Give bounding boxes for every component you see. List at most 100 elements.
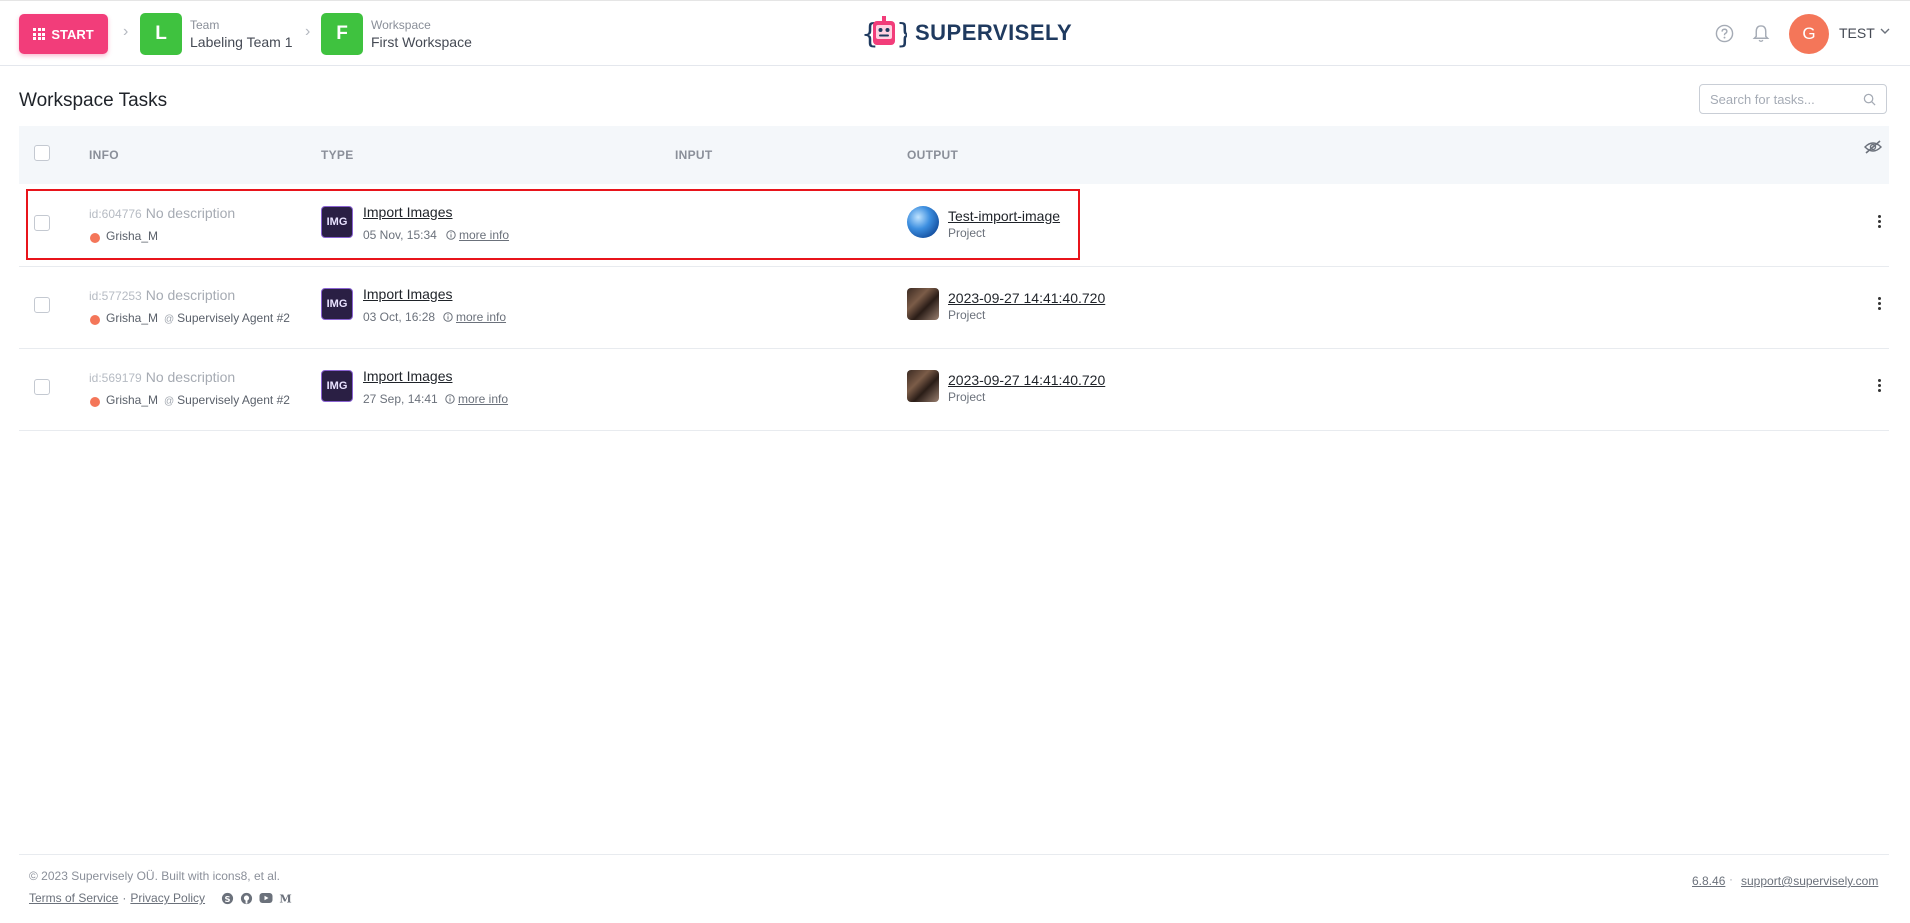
breadcrumb-team[interactable]: L Team Labeling Team 1 <box>140 13 292 55</box>
task-info: id:604776 No description <box>89 205 235 221</box>
task-description: No description <box>145 287 236 303</box>
breadcrumb-chevron-icon: › <box>305 23 311 40</box>
svg-text:}: } <box>896 17 907 50</box>
task-date: 05 Nov, 15:34 <box>363 228 437 242</box>
task-type-link[interactable]: Import Images <box>363 286 452 302</box>
task-type-link[interactable]: Import Images <box>363 204 452 220</box>
more-info-link[interactable]: more info <box>445 392 508 406</box>
youtube-icon[interactable] <box>259 892 273 904</box>
row-checkbox[interactable] <box>34 297 50 313</box>
task-user[interactable]: Grisha_M <box>106 311 158 325</box>
skype-icon[interactable]: S <box>221 892 234 905</box>
column-header-type: TYPE <box>321 148 354 162</box>
user-status-dot <box>90 315 100 325</box>
footer-copyright: © 2023 Supervisely OÜ. Built with icons8… <box>29 869 280 883</box>
select-all-checkbox[interactable] <box>34 145 50 161</box>
robot-logo-icon: { } <box>861 16 907 50</box>
app-header: START › L Team Labeling Team 1 › F Works… <box>0 1 1910 66</box>
workspace-name: First Workspace <box>371 34 472 50</box>
row-menu-kebab-icon[interactable] <box>1878 297 1882 310</box>
help-icon[interactable] <box>1715 24 1734 43</box>
footer-separator: · <box>1729 872 1733 886</box>
task-id: id:604776 <box>89 207 142 221</box>
task-agent[interactable]: Supervisely Agent #2 <box>177 311 290 325</box>
row-menu-kebab-icon[interactable] <box>1878 379 1882 392</box>
svg-text:S: S <box>225 893 231 903</box>
user-status-dot <box>90 397 100 407</box>
team-name: Labeling Team 1 <box>190 34 293 50</box>
task-info: id:569179 No description <box>89 369 235 385</box>
info-icon <box>445 394 455 404</box>
column-header-info: INFO <box>89 148 119 162</box>
task-description: No description <box>145 205 236 221</box>
task-description: No description <box>145 369 236 385</box>
supervisely-logo[interactable]: { } SUPERVISELY <box>861 13 1072 53</box>
output-kind: Project <box>948 226 986 240</box>
start-button[interactable]: START <box>19 14 108 54</box>
privacy-policy-link[interactable]: Privacy Policy <box>130 891 205 905</box>
page-title: Workspace Tasks <box>19 90 168 111</box>
table-row: id:569179 No description Grisha_M @ Supervi… <box>19 348 1889 431</box>
row-checkbox[interactable] <box>34 215 50 231</box>
search-box[interactable] <box>1699 84 1887 114</box>
terms-of-service-link[interactable]: Terms of Service <box>29 891 118 905</box>
task-user-line: Grisha_M @ Supervisely Agent #2 <box>106 393 290 407</box>
more-info-label: more info <box>459 228 510 242</box>
footer-links: Terms of Service · Privacy Policy S M <box>29 891 292 905</box>
task-type-link[interactable]: Import Images <box>363 368 452 384</box>
image-type-icon: IMG <box>321 288 353 320</box>
workspace-kind-label: Workspace <box>371 18 431 32</box>
user-menu-name[interactable]: TEST <box>1839 25 1875 41</box>
more-info-link[interactable]: more info <box>446 228 509 242</box>
output-kind: Project <box>948 390 986 404</box>
table-header: INFO TYPE INPUT OUTPUT <box>19 126 1889 184</box>
chevron-down-icon[interactable] <box>1880 28 1890 35</box>
info-icon <box>443 312 453 322</box>
support-email-link[interactable]: support@supervisely.com <box>1741 874 1878 888</box>
agent-at-icon: @ <box>164 314 175 325</box>
user-avatar[interactable]: G <box>1789 14 1829 54</box>
task-id: id:569179 <box>89 371 142 385</box>
table-row: id:577253 No description Grisha_M @ Supervi… <box>19 266 1889 349</box>
hide-columns-eye-icon[interactable] <box>1864 139 1882 155</box>
start-label: START <box>51 26 94 42</box>
team-avatar: L <box>140 13 182 55</box>
more-info-label: more info <box>456 310 507 324</box>
medium-icon[interactable]: M <box>279 892 292 904</box>
table-row: id:604776 No description Grisha_M IMG Imp… <box>19 184 1889 267</box>
info-icon <box>446 230 456 240</box>
breadcrumb-workspace[interactable]: F Workspace First Workspace <box>321 13 472 55</box>
column-header-output: OUTPUT <box>907 148 959 162</box>
svg-text:M: M <box>279 893 291 904</box>
footer-divider <box>19 854 1889 855</box>
breadcrumb-chevron-icon: › <box>123 23 129 40</box>
output-project-link[interactable]: Test-import-image <box>948 208 1060 224</box>
social-links: S M <box>221 892 292 905</box>
project-thumbnail <box>907 206 939 238</box>
task-id: id:577253 <box>89 289 142 303</box>
row-checkbox[interactable] <box>34 379 50 395</box>
user-status-dot <box>90 233 100 243</box>
task-user-line: Grisha_M <box>106 229 158 243</box>
task-user-line: Grisha_M @ Supervisely Agent #2 <box>106 311 290 325</box>
notifications-bell-icon[interactable] <box>1752 24 1770 43</box>
apps-grid-icon <box>33 28 46 40</box>
task-user[interactable]: Grisha_M <box>106 229 158 243</box>
row-menu-kebab-icon[interactable] <box>1878 215 1882 228</box>
output-project-link[interactable]: 2023-09-27 14:41:40.720 <box>948 290 1105 306</box>
team-kind-label: Team <box>190 18 220 32</box>
task-date: 27 Sep, 14:41 <box>363 392 438 406</box>
workspace-avatar: F <box>321 13 363 55</box>
more-info-label: more info <box>458 392 509 406</box>
search-input[interactable] <box>1700 85 1860 113</box>
task-agent[interactable]: Supervisely Agent #2 <box>177 393 290 407</box>
output-project-link[interactable]: 2023-09-27 14:41:40.720 <box>948 372 1105 388</box>
github-icon[interactable] <box>240 892 253 905</box>
task-user[interactable]: Grisha_M <box>106 393 158 407</box>
output-kind: Project <box>948 308 986 322</box>
more-info-link[interactable]: more info <box>443 310 506 324</box>
project-thumbnail <box>907 288 939 320</box>
search-icon <box>1863 93 1876 106</box>
footer-separator: · <box>122 891 127 905</box>
version-link[interactable]: 6.8.46 <box>1692 874 1725 888</box>
